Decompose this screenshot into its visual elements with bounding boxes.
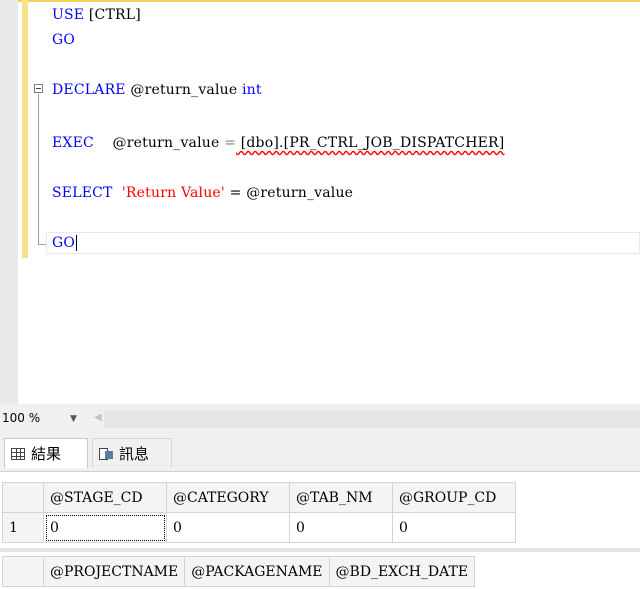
- code-line-1[interactable]: USE [CTRL]: [52, 5, 141, 25]
- row-number[interactable]: 1: [2, 512, 44, 543]
- grid-icon: [11, 447, 25, 460]
- code-line-5[interactable]: SELECT 'Return Value' = @return_value: [52, 183, 353, 203]
- row-header-corner[interactable]: [2, 556, 44, 587]
- keyword: int: [242, 82, 262, 98]
- keyword: GO: [52, 32, 76, 48]
- results-pane: @STAGE_CD @CATEGORY @TAB_NM @GROUP_CD 1 …: [0, 472, 640, 589]
- keyword: SELECT: [52, 185, 113, 201]
- keyword: GO: [52, 235, 76, 251]
- column-header[interactable]: @CATEGORY: [166, 482, 290, 513]
- table-cell[interactable]: 0: [43, 512, 167, 543]
- code-line-6[interactable]: GO: [52, 233, 78, 253]
- outline-end: [38, 244, 46, 245]
- chevron-down-icon[interactable]: ▼: [70, 414, 77, 424]
- table-row: 1 0 0 0 0: [2, 512, 516, 543]
- grid-separator: [0, 548, 640, 552]
- row-header-corner[interactable]: [2, 482, 44, 513]
- tab-results-label: 結果: [31, 445, 62, 463]
- results-tabs: 結果 訊息: [0, 434, 640, 472]
- keyword: EXEC: [52, 135, 94, 151]
- collapse-toggle-icon[interactable]: [34, 84, 43, 93]
- column-header[interactable]: @STAGE_CD: [43, 482, 167, 513]
- table-cell[interactable]: 0: [166, 512, 290, 543]
- code-line-2[interactable]: GO: [52, 30, 75, 50]
- table-cell[interactable]: 0: [392, 512, 516, 543]
- keyword: USE: [52, 7, 85, 23]
- scroll-left-icon[interactable]: ◀: [94, 412, 102, 423]
- tab-messages[interactable]: 訊息: [92, 438, 172, 468]
- tab-messages-label: 訊息: [119, 445, 150, 463]
- table-cell[interactable]: 0: [289, 512, 393, 543]
- outline-line: [38, 94, 39, 244]
- editor-gutter: [0, 0, 18, 404]
- column-header[interactable]: @PACKAGENAME: [184, 556, 330, 587]
- horizontal-scrollbar[interactable]: [104, 410, 640, 428]
- tab-results[interactable]: 結果: [4, 438, 88, 468]
- change-tracking-bar: [22, 0, 28, 258]
- operator: =: [224, 135, 237, 151]
- code-line-4[interactable]: EXEC @return_value = [dbo].[PR_CTRL_JOB_…: [52, 133, 504, 153]
- zoom-bar: 100 % ▼ ◀: [0, 404, 640, 434]
- keyword: DECLARE: [52, 82, 126, 98]
- code-text: = @return_value: [224, 185, 354, 201]
- result-grid-1: @STAGE_CD @CATEGORY @TAB_NM @GROUP_CD 1 …: [2, 482, 516, 543]
- string-literal: 'Return Value': [112, 185, 225, 201]
- column-header[interactable]: @BD_EXCH_DATE: [328, 556, 476, 587]
- grid-header-row: @PROJECTNAME @PACKAGENAME @BD_EXCH_DATE: [2, 556, 476, 587]
- code-text: [CTRL]: [84, 7, 141, 23]
- current-line-highlight: [46, 232, 640, 254]
- query-editor[interactable]: USE [CTRL] GO DECLARE @return_value int …: [0, 0, 640, 404]
- grid-header-row: @STAGE_CD @CATEGORY @TAB_NM @GROUP_CD: [2, 482, 516, 513]
- result-grid-2: @PROJECTNAME @PACKAGENAME @BD_EXCH_DATE: [2, 556, 476, 587]
- procedure-name: [dbo].[PR_CTRL_JOB_DISPATCHER]: [236, 135, 505, 151]
- text-caret: [76, 235, 78, 251]
- code-text: @return_value: [125, 82, 242, 98]
- column-header[interactable]: @TAB_NM: [289, 482, 393, 513]
- code-line-3[interactable]: DECLARE @return_value int: [52, 80, 262, 100]
- column-header[interactable]: @PROJECTNAME: [42, 556, 186, 587]
- column-header[interactable]: @GROUP_CD: [392, 482, 516, 513]
- zoom-level[interactable]: 100 %: [2, 411, 40, 425]
- code-text: @return_value: [93, 135, 225, 151]
- editor-top-border: [0, 0, 640, 2]
- messages-icon: [99, 447, 113, 461]
